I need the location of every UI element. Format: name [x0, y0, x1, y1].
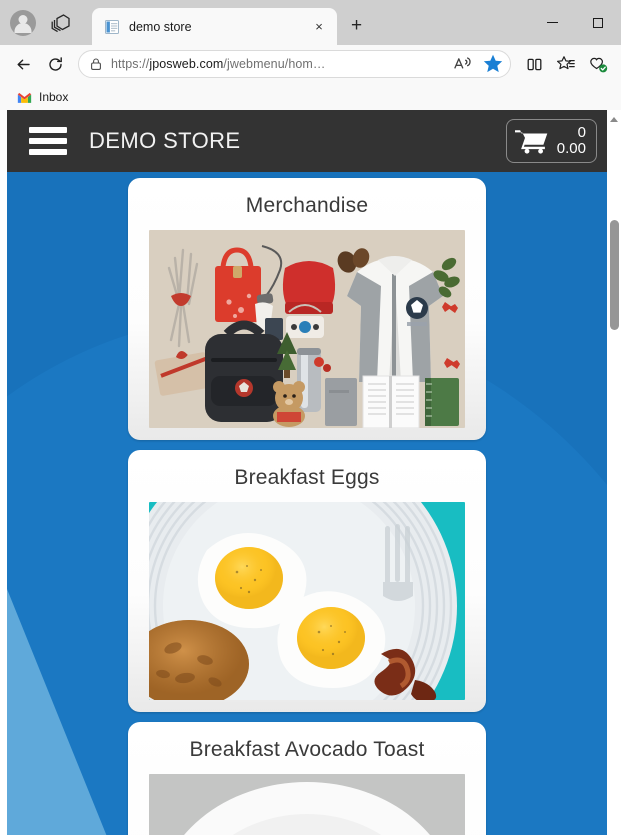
card-title: Merchandise [245, 194, 369, 217]
fried-eggs-plate-photo [149, 502, 465, 700]
app-header: DEMO STORE 0 0.00 [7, 110, 607, 172]
page-viewport: DEMO STORE 0 0.00 Merchandise Breakfast … [0, 110, 621, 835]
page-title: DEMO STORE [89, 128, 241, 153]
tab-search-icon[interactable] [50, 12, 72, 34]
menu-card[interactable]: Breakfast Eggs [128, 450, 486, 712]
menu-card[interactable]: Merchandise [128, 178, 486, 440]
cart-button[interactable]: 0 0.00 [505, 119, 597, 163]
split-screen-icon[interactable] [519, 49, 549, 79]
hamburger-menu-icon[interactable] [29, 127, 67, 155]
browser-essentials-icon[interactable] [583, 49, 613, 79]
minimize-button[interactable] [529, 0, 575, 45]
card-title: Breakfast Eggs [234, 466, 380, 489]
tab-strip: demo store × + [0, 0, 621, 45]
close-icon[interactable]: × [309, 17, 329, 37]
cart-values: 0 0.00 [557, 125, 586, 157]
window-controls [529, 0, 621, 45]
gmail-icon [17, 91, 32, 103]
back-icon[interactable] [8, 49, 38, 79]
new-tab-button[interactable]: + [344, 13, 369, 38]
favorite-star-filled-icon[interactable] [482, 53, 504, 75]
page-scrollbar[interactable] [607, 110, 621, 835]
navigation-bar: https://jposweb.com/jwebmenu/hom… [0, 45, 621, 83]
menu-content: Merchandise Breakfast Eggs Breakfast Avo… [7, 172, 607, 835]
address-bar[interactable]: https://jposweb.com/jwebmenu/hom… [78, 50, 511, 78]
collections-icon[interactable] [551, 49, 581, 79]
url-text: https://jposweb.com/jwebmenu/hom… [111, 57, 326, 71]
scroll-up-arrow[interactable] [607, 112, 621, 126]
bookmarks-bar: Inbox [0, 83, 621, 110]
page-favicon [104, 19, 120, 35]
cart-count: 0 [577, 124, 586, 142]
card-title: Breakfast Avocado Toast [189, 738, 425, 761]
scroll-thumb[interactable] [610, 220, 619, 330]
shopping-cart-icon [514, 128, 549, 154]
merchandise-flatlay-photo [149, 230, 465, 428]
page-left-edge [0, 110, 7, 835]
lock-icon [89, 57, 103, 71]
bookmark-inbox[interactable]: Inbox [10, 88, 75, 106]
bookmark-label: Inbox [39, 89, 69, 104]
refresh-icon[interactable] [40, 49, 70, 79]
menu-card[interactable]: Breakfast Avocado Toast [128, 722, 486, 835]
avocado-toast-plate-photo [149, 774, 465, 835]
maximize-button[interactable] [575, 0, 621, 45]
read-aloud-icon[interactable] [452, 53, 474, 75]
menu-card-list: Merchandise Breakfast Eggs Breakfast Avo… [7, 172, 607, 835]
browser-tab[interactable]: demo store × [92, 8, 337, 45]
profile-avatar-icon[interactable] [10, 9, 36, 36]
tab-title: demo store [129, 19, 192, 34]
cart-total: 0.00 [556, 140, 586, 157]
browser-window: demo store × + https://jposweb.com/jwebm… [0, 0, 621, 835]
